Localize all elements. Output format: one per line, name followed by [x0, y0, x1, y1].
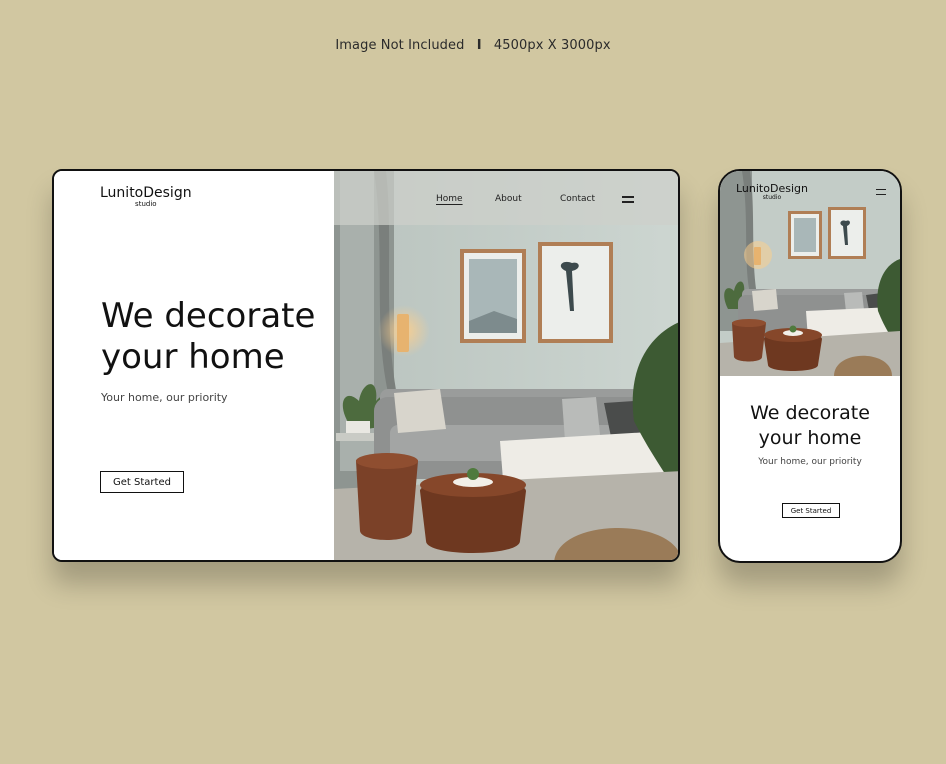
living-room-illustration [334, 171, 678, 560]
desktop-hero-title: We decorate your home [101, 296, 331, 378]
hamburger-menu-icon[interactable] [876, 189, 886, 195]
desktop-hero-subtitle: Your home, our priority [101, 391, 228, 404]
hero-title-line-1: We decorate [750, 402, 870, 424]
get-started-button[interactable]: Get Started [100, 471, 184, 493]
logo-subtitle: studio [135, 200, 157, 208]
image-caption: Image Not Included I 4500px X 3000px [0, 38, 946, 53]
mobile-logo[interactable]: LunitoDesign studio [736, 182, 808, 201]
caption-dimensions: 4500px X 3000px [493, 38, 611, 53]
nav-link-about[interactable]: About [495, 194, 522, 204]
logo-subtitle: studio [762, 194, 782, 201]
caption-separator: I [476, 38, 482, 53]
desktop-mockup: LunitoDesign studio We decorate your hom… [52, 169, 680, 562]
hero-title-line-1: We decorate [101, 296, 316, 336]
get-started-button[interactable]: Get Started [782, 503, 840, 518]
mobile-mockup: LunitoDesign studio We decorate your hom… [718, 169, 902, 563]
desktop-logo[interactable]: LunitoDesign studio [100, 185, 192, 208]
mobile-living-room-illustration [720, 171, 900, 376]
desktop-hero-panel: LunitoDesign studio We decorate your hom… [54, 171, 334, 560]
nav-link-contact[interactable]: Contact [560, 194, 595, 204]
logo-wordmark: LunitoDesign [100, 185, 192, 201]
caption-label: Image Not Included [335, 38, 465, 53]
mobile-hero-subtitle: Your home, our priority [758, 457, 862, 467]
hero-title-line-2: your home [101, 337, 285, 377]
mobile-living-room-photo: LunitoDesign studio [720, 171, 900, 376]
hamburger-menu-icon[interactable] [622, 196, 634, 203]
mobile-hero-title: We decorate your home [720, 401, 900, 451]
living-room-photo: Home About Contact [334, 171, 678, 560]
hero-title-line-2: your home [758, 427, 862, 449]
nav-link-home[interactable]: Home [436, 194, 463, 204]
